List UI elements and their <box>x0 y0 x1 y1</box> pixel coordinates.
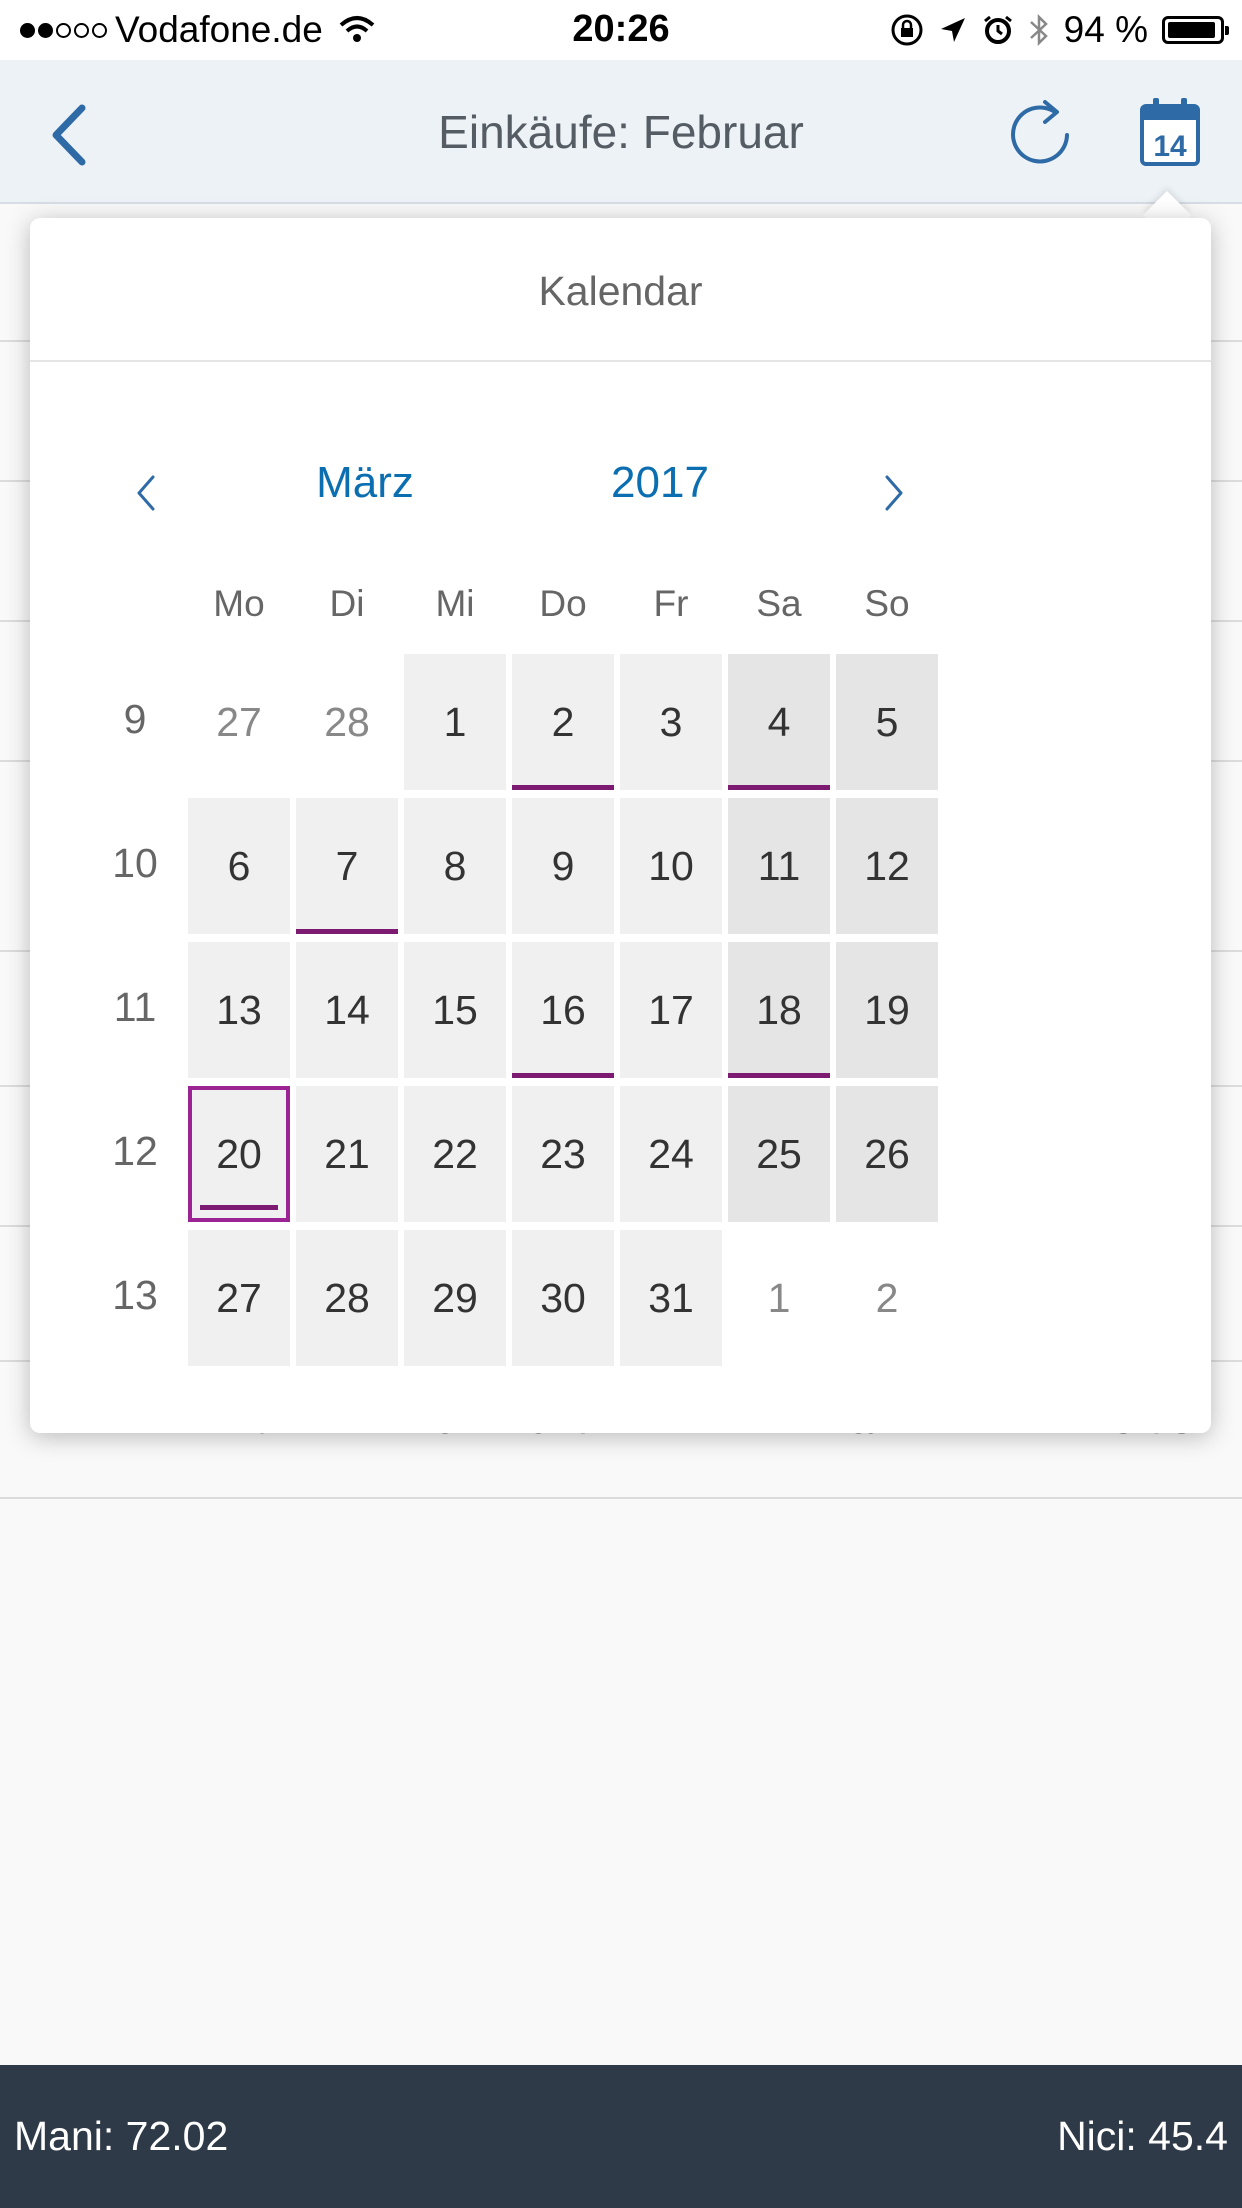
calendar-day[interactable]: 29 <box>404 1230 506 1366</box>
calendar-day[interactable]: 17 <box>620 942 722 1078</box>
calendar-day[interactable]: 4 <box>728 654 830 790</box>
status-bar: Vodafone.de 20:26 94 % <box>0 0 1242 60</box>
calendar-day[interactable]: 24 <box>620 1086 722 1222</box>
calendar-day[interactable]: 9 <box>512 798 614 934</box>
calendar-button-icon[interactable]: 14 <box>1138 96 1202 168</box>
calendar-day[interactable]: 8 <box>404 798 506 934</box>
calendar-day[interactable]: 23 <box>512 1086 614 1222</box>
location-arrow-icon <box>940 18 965 42</box>
weekday-header: Do <box>539 583 587 624</box>
calendar-day[interactable]: 15 <box>404 942 506 1078</box>
year-selector[interactable]: 2017 <box>560 458 760 508</box>
purchase-marker <box>296 929 398 934</box>
calendar-day[interactable]: 14 <box>296 942 398 1078</box>
popover-title: Kalendar <box>538 268 703 314</box>
calendar-day[interactable]: 22 <box>404 1086 506 1222</box>
weekday-header: Fr <box>653 583 689 624</box>
month-selector[interactable]: März <box>260 458 470 508</box>
calendar-day-other-month[interactable]: 1 <box>728 1230 830 1366</box>
purchase-marker <box>512 785 614 790</box>
calendar-day[interactable]: 28 <box>296 1230 398 1366</box>
battery-percentage: 94 % <box>1063 9 1148 50</box>
calendar-day[interactable]: 30 <box>512 1230 614 1366</box>
week-number: 10 <box>112 840 158 886</box>
weekday-header: Di <box>329 583 365 624</box>
calendar-icon-day: 14 <box>1153 130 1187 163</box>
calendar-day[interactable]: 6 <box>188 798 290 934</box>
weekday-header: Sa <box>756 583 802 624</box>
calendar-day[interactable]: 2 <box>512 654 614 790</box>
calendar-day[interactable]: 1 <box>404 654 506 790</box>
total-left: Mani: 72.02 <box>14 2113 229 2159</box>
calendar-day[interactable]: 7 <box>296 798 398 934</box>
calendar-day[interactable]: 13 <box>188 942 290 1078</box>
calendar-day[interactable]: 11 <box>728 798 830 934</box>
battery-icon <box>1162 16 1229 44</box>
calendar-popover: Kalendar März 2017 Mo Di Mi Do Fr Sa So … <box>30 218 1211 1433</box>
purchase-marker <box>728 1073 830 1078</box>
calendar-day[interactable]: 5 <box>836 654 938 790</box>
calendar-day[interactable]: 21 <box>296 1086 398 1222</box>
calendar-day[interactable]: 3 <box>620 654 722 790</box>
calendar-day[interactable]: 12 <box>836 798 938 934</box>
calendar-day[interactable]: 16 <box>512 942 614 1078</box>
calendar-day[interactable]: 18 <box>728 942 830 1078</box>
next-month-icon[interactable] <box>875 463 915 523</box>
status-right: 94 % <box>890 9 1229 51</box>
calendar-day[interactable]: 27 <box>188 1230 290 1366</box>
calendar-day-other-month[interactable]: 2 <box>836 1230 938 1366</box>
week-number: 9 <box>123 696 147 742</box>
calendar-day[interactable]: 19 <box>836 942 938 1078</box>
totals-footer: Mani: 72.02 Nici: 45.4 <box>0 2065 1242 2208</box>
previous-month-icon[interactable] <box>125 463 165 523</box>
navigation-header: Einkäufe: Februar 14 <box>0 60 1242 204</box>
week-number: 13 <box>112 1272 158 1318</box>
calendar-day[interactable]: 10 <box>620 798 722 934</box>
weekday-header: So <box>864 583 910 624</box>
purchase-marker <box>728 785 830 790</box>
purchase-marker <box>512 1073 614 1078</box>
calendar-day-today[interactable]: 20 <box>188 1086 290 1222</box>
calendar-day[interactable]: 31 <box>620 1230 722 1366</box>
calendar-day[interactable]: 25 <box>728 1086 830 1222</box>
popover-divider <box>30 360 1211 362</box>
rotation-lock-icon <box>891 14 923 46</box>
calendar-day[interactable]: 26 <box>836 1086 938 1222</box>
weekday-header: Mo <box>213 583 265 624</box>
purchase-marker <box>200 1205 278 1210</box>
bluetooth-icon <box>1029 13 1048 47</box>
calendar-day-other-month[interactable]: 28 <box>296 654 398 790</box>
week-number: 11 <box>113 984 157 1030</box>
refresh-icon[interactable] <box>1005 98 1075 168</box>
calendar-day-other-month[interactable]: 27 <box>188 654 290 790</box>
total-right: Nici: 45.4 <box>1057 2113 1228 2159</box>
weekday-header: Mi <box>435 583 475 624</box>
alarm-icon <box>983 15 1012 44</box>
week-number: 12 <box>112 1128 158 1174</box>
